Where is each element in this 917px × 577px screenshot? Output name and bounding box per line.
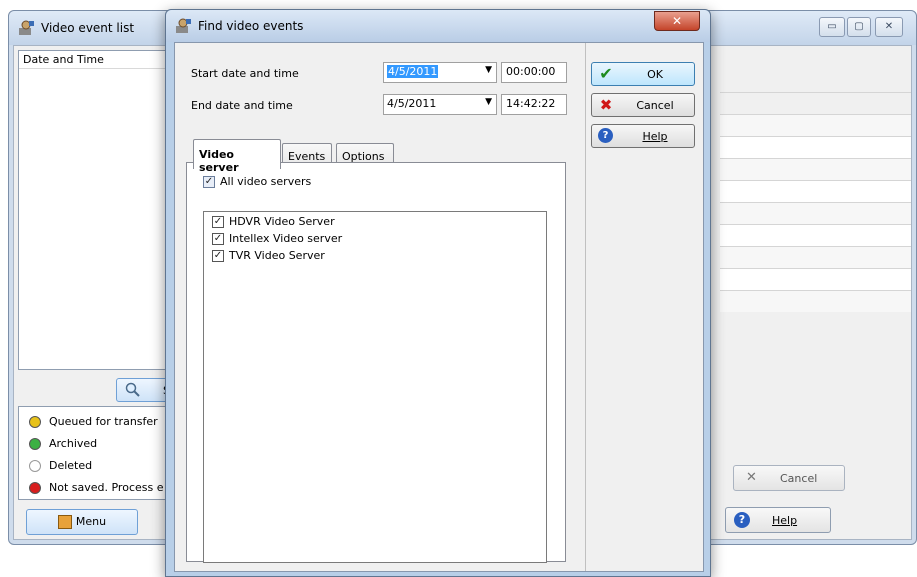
legend-deleted: Deleted (29, 459, 92, 477)
checkbox-checked-icon: ✓ (212, 250, 224, 262)
details-row (720, 246, 911, 268)
legend-archived: Archived (29, 437, 97, 455)
legend-not-saved: Not saved. Process e (29, 481, 164, 499)
app-icon (17, 19, 35, 37)
chevron-down-icon[interactable]: ▼ (485, 65, 492, 75)
server-checkbox-tvr[interactable]: ✓ TVR Video Server (212, 249, 325, 262)
yellow-status-icon (29, 416, 41, 428)
help-icon: ? (734, 512, 750, 528)
dialog-titlebar: Find video events ✕ (166, 10, 710, 42)
minimize-button[interactable]: ▭ (819, 17, 845, 37)
window-title: Video event list (41, 21, 135, 35)
list-item: Intellex Video server (229, 232, 343, 245)
background-help-button[interactable]: ? Help (725, 507, 831, 533)
start-date-label: Start date and time (191, 67, 299, 80)
ok-button[interactable]: ✔ OK (591, 62, 695, 86)
end-time-value: 14:42:22 (506, 97, 556, 110)
cancel-button[interactable]: ✖ Cancel (591, 93, 695, 117)
details-row (720, 290, 911, 312)
status-legend: Queued for transfer Archived Deleted Not… (18, 406, 184, 500)
end-date-value: 4/5/2011 (387, 97, 437, 110)
cancel-x-icon: ✕ (746, 470, 757, 485)
server-checkbox-intellex[interactable]: ✓ Intellex Video server (212, 232, 342, 245)
details-row (720, 92, 911, 114)
details-row (720, 114, 911, 136)
red-status-icon (29, 482, 41, 494)
all-video-servers-checkbox[interactable]: ✓ All video servers (203, 175, 311, 188)
list-item: TVR Video Server (229, 249, 325, 262)
dialog-title: Find video events (198, 19, 304, 33)
white-status-icon (29, 460, 41, 472)
tab-video-server[interactable]: Video server (193, 139, 281, 174)
checkbox-checked-icon: ✓ (212, 233, 224, 245)
close-icon: ✕ (884, 21, 894, 32)
end-date-label: End date and time (191, 99, 293, 112)
menu-button[interactable]: Menu (26, 509, 138, 535)
help-button-label: Help (642, 130, 668, 143)
window-close-button[interactable]: ✕ (875, 17, 903, 37)
details-row (720, 268, 911, 290)
app-icon (174, 17, 192, 35)
checkbox-checked-icon: ✓ (203, 176, 215, 188)
event-list[interactable]: Date and Time (18, 50, 184, 370)
details-row (720, 224, 911, 246)
event-details-rows (720, 92, 911, 332)
minimize-icon: ▭ (827, 21, 837, 32)
find-video-events-dialog: Find video events ✕ Start date and time … (165, 9, 711, 577)
dialog-close-button[interactable]: ✕ (654, 11, 700, 31)
maximize-button[interactable]: ▢ (847, 17, 871, 37)
checkbox-checked-icon: ✓ (212, 216, 224, 228)
vertical-divider (585, 43, 586, 571)
column-header-date-time[interactable]: Date and Time (19, 51, 183, 69)
magnifier-icon (125, 382, 141, 401)
details-row (720, 136, 911, 158)
video-server-tab-panel: ✓ All video servers ✓ HDVR Video Server ✓ I… (186, 162, 566, 563)
green-status-icon (29, 438, 41, 450)
maximize-icon: ▢ (854, 21, 864, 32)
legend-queued: Queued for transfer (29, 415, 158, 433)
video-server-list[interactable]: ✓ HDVR Video Server ✓ Intellex Video serve… (203, 211, 547, 563)
chevron-down-icon[interactable]: ▼ (485, 97, 492, 107)
background-cancel-button[interactable]: ✕ Cancel (733, 465, 845, 491)
start-time-value: 00:00:00 (506, 65, 556, 78)
list-item: HDVR Video Server (229, 215, 335, 228)
details-row (720, 158, 911, 180)
end-date-picker[interactable]: 4/5/2011 ▼ (383, 94, 497, 115)
help-button[interactable]: ? Help (591, 124, 695, 148)
details-row (720, 180, 911, 202)
end-time-field[interactable]: 14:42:22 (501, 94, 567, 115)
menu-icon (57, 515, 72, 529)
cancel-button-label: Cancel (636, 99, 674, 112)
server-checkbox-hdvr[interactable]: ✓ HDVR Video Server (212, 215, 335, 228)
ok-button-label: OK (647, 68, 663, 81)
details-row (720, 202, 911, 224)
all-video-servers-label: All video servers (220, 175, 312, 188)
start-date-value: 4/5/2011 (387, 65, 439, 78)
start-date-picker[interactable]: 4/5/2011 ▼ (383, 62, 497, 83)
close-icon: ✕ (671, 14, 683, 28)
start-time-field[interactable]: 00:00:00 (501, 62, 567, 83)
